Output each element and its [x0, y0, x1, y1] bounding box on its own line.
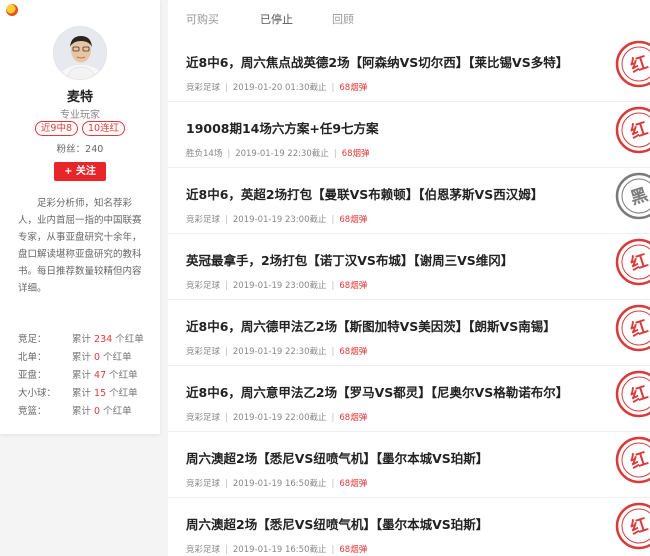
list-item[interactable]: 周六澳超2场【悉尼VS纽喷气机】【墨尔本城VS珀斯】 竞彩足球 | 2019-01-… [168, 432, 650, 498]
list-item[interactable]: 19008期14场六方案+任9七方案 胜负14场 | 2019-01-19 22:3… [168, 102, 650, 168]
avatar[interactable] [53, 26, 107, 80]
red-stamp-icon: 红 [614, 501, 650, 551]
svg-text:红: 红 [628, 514, 650, 539]
expert-role: 专业玩家 [60, 110, 100, 121]
stats-list: 竞足： 累计 234 个红单 北单： 累计 0 个红单 亚盘： 累计 47 个红单 大… [18, 331, 152, 421]
svg-text:红: 红 [628, 382, 650, 407]
stat-row: 大小球： 累计 15 个红单 [18, 388, 138, 399]
record-badges: 近9中8 10连红 [0, 121, 160, 136]
list-item[interactable]: 近8中6，周六德甲法乙2场【斯图加特VS美因茨】【朗斯VS南锡】 竞彩足球 | 20… [168, 300, 650, 366]
tab-review[interactable]: 回顾 [332, 11, 354, 27]
streak-badge: 10连红 [82, 121, 126, 136]
svg-text:红: 红 [628, 250, 650, 275]
expert-bio: 足彩分析师，知名荐彩人，业内首屈一指的中国联赛专家，从事亚盘研究十余年，盘口解读… [18, 198, 142, 294]
stat-row: 竞足： 累计 234 个红单 [18, 334, 144, 345]
svg-text:红: 红 [628, 52, 650, 77]
follow-button[interactable]: + 关注 [54, 162, 106, 181]
tab-available[interactable]: 可购买 [186, 11, 219, 27]
fans-count: 粉丝：240 [56, 144, 104, 155]
tab-bar: 可购买 已停止 回顾 [168, 0, 650, 36]
record-badge: 近9中8 [34, 121, 78, 136]
svg-text:红: 红 [628, 316, 650, 341]
plan-meta: 竞彩足球 | 2019-01-19 22:00截止 | 68烟弹 [186, 413, 368, 423]
red-stamp-icon: 红 [614, 369, 650, 419]
plan-title[interactable]: 近8中6，周六德甲法乙2场【斯图加特VS美因茨】【朗斯VS南锡】 [186, 316, 556, 335]
black-stamp-icon: 黑 [614, 171, 650, 221]
logo-icon [6, 4, 18, 16]
plan-meta: 竞彩足球 | 2019-01-19 23:00截止 | 68烟弹 [186, 281, 368, 291]
red-stamp-icon: 红 [614, 105, 650, 155]
list-item[interactable]: 近8中6，周六意甲法乙2场【罗马VS都灵】【尼奥尔VS格勒诺布尔】 竞彩足球 | 2… [168, 366, 650, 432]
plan-title[interactable]: 周六澳超2场【悉尼VS纽喷气机】【墨尔本城VS珀斯】 [186, 448, 488, 467]
plan-title[interactable]: 近8中6，英超2场打包【曼联VS布赖顿】【伯恩茅斯VS西汉姆】 [186, 184, 543, 203]
stat-row: 北单： 累计 0 个红单 [18, 352, 132, 363]
expert-name: 麦特 [66, 90, 93, 105]
plan-meta: 竞彩足球 | 2019-01-19 16:50截止 | 68烟弹 [186, 545, 368, 555]
red-stamp-icon: 红 [614, 303, 650, 353]
plan-meta: 胜负14场 | 2019-01-19 22:30截止 | 68烟弹 [186, 149, 370, 159]
list-item[interactable]: 近8中6，周六焦点战英德2场【阿森纳VS切尔西】【莱比锡VS多特】 竞彩足球 | 2… [168, 36, 650, 102]
svg-text:红: 红 [628, 118, 650, 143]
plan-title[interactable]: 近8中6，周六焦点战英德2场【阿森纳VS切尔西】【莱比锡VS多特】 [186, 52, 568, 71]
list-item[interactable]: 周六澳超2场【悉尼VS纽喷气机】【墨尔本城VS珀斯】 竞彩足球 | 2019-01-… [168, 498, 650, 556]
list-item[interactable]: 近8中6，英超2场打包【曼联VS布赖顿】【伯恩茅斯VS西汉姆】 竞彩足球 | 201… [168, 168, 650, 234]
stat-row: 亚盘： 累计 47 个红单 [18, 370, 138, 381]
profile-card: 麦特 专业玩家 近9中8 10连红 粉丝：240 + 关注 足彩分析师，知名荐彩… [0, 0, 160, 434]
stat-row: 竞篮： 累计 0 个红单 [18, 406, 132, 417]
plan-title[interactable]: 近8中6，周六意甲法乙2场【罗马VS都灵】【尼奥尔VS格勒诺布尔】 [186, 382, 568, 401]
plan-meta: 竞彩足球 | 2019-01-19 16:50截止 | 68烟弹 [186, 479, 368, 489]
red-stamp-icon: 红 [614, 237, 650, 287]
red-stamp-icon: 红 [614, 435, 650, 485]
svg-text:红: 红 [628, 448, 650, 473]
plan-list: 近8中6，周六焦点战英德2场【阿森纳VS切尔西】【莱比锡VS多特】 竞彩足球 | 2… [168, 36, 650, 556]
plan-title[interactable]: 英冠最拿手，2场打包【诺丁汉VS布城】【谢周三VS维冈】 [186, 250, 513, 269]
plan-meta: 竞彩足球 | 2019-01-19 23:00截止 | 68烟弹 [186, 215, 368, 225]
plan-meta: 竞彩足球 | 2019-01-19 22:30截止 | 68烟弹 [186, 347, 368, 357]
tab-stopped[interactable]: 已停止 [260, 11, 293, 27]
plan-title[interactable]: 周六澳超2场【悉尼VS纽喷气机】【墨尔本城VS珀斯】 [186, 514, 488, 533]
red-stamp-icon: 红 [614, 39, 650, 89]
svg-text:黑: 黑 [628, 185, 650, 209]
plan-meta: 竞彩足球 | 2019-01-20 01:30截止 | 68烟弹 [186, 83, 368, 93]
plan-title[interactable]: 19008期14场六方案+任9七方案 [186, 118, 379, 137]
list-item[interactable]: 英冠最拿手，2场打包【诺丁汉VS布城】【谢周三VS维冈】 竞彩足球 | 2019-0… [168, 234, 650, 300]
